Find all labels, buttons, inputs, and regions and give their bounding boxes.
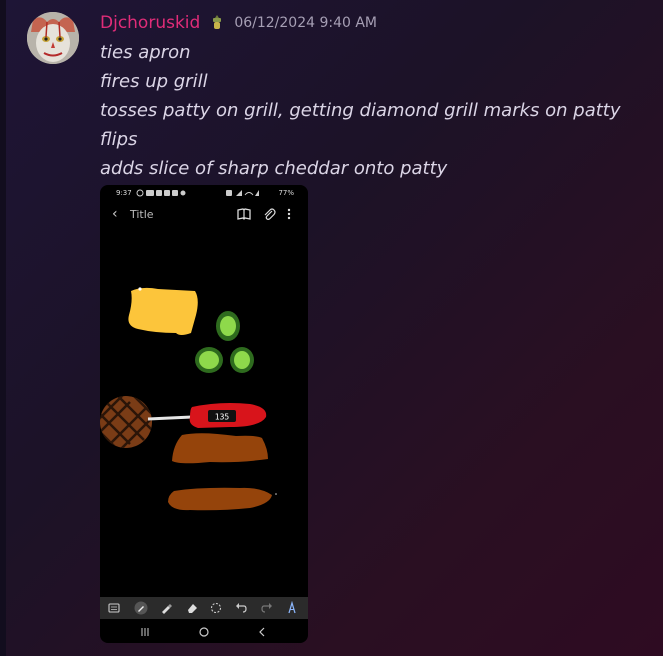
drawing-toolbar (100, 597, 308, 619)
notes-app-bar: ‹ Title (100, 203, 308, 227)
status-time: 9:37 (116, 189, 132, 197)
keyboard-icon[interactable] (107, 601, 121, 615)
eraser-icon[interactable] (185, 601, 199, 615)
message-header: Djchoruskid 06/12/2024 9:40 AM (100, 11, 377, 35)
pen-icon[interactable] (134, 601, 148, 615)
redo-icon[interactable] (260, 601, 274, 615)
pickle-slice-drawing (234, 351, 250, 369)
battery-percent: 77% (278, 189, 294, 197)
lasso-icon[interactable] (209, 601, 223, 615)
phone-status-bar: 9:37 77% (100, 185, 308, 201)
avatar[interactable] (27, 12, 79, 64)
document-title[interactable]: Title (130, 208, 154, 221)
chevron-left-icon[interactable]: ‹ (112, 206, 118, 222)
highlighter-icon[interactable] (159, 601, 173, 615)
patty-bottom-drawing (168, 487, 272, 511)
drawing-canvas: 135 (100, 287, 277, 511)
android-nav-bar (100, 621, 308, 643)
pickle-slice-drawing (220, 316, 236, 336)
channel-edge (0, 0, 6, 656)
clown-avatar-image (27, 12, 79, 64)
message-line: flips (100, 129, 138, 150)
pickle-slice-drawing (199, 351, 219, 369)
message-line: ties apron (100, 42, 191, 63)
thermometer-reading: 135 (215, 413, 230, 422)
recent-apps-icon[interactable] (138, 625, 152, 639)
message-line: adds slice of sharp cheddar onto patty (100, 158, 448, 179)
cheese-slice-drawing (128, 287, 198, 335)
message-timestamp: 06/12/2024 9:40 AM (234, 15, 378, 31)
cheese-sparkle (138, 287, 142, 291)
assistant-icon[interactable] (285, 601, 299, 615)
back-nav-icon[interactable] (255, 625, 269, 639)
message-line: fires up grill (100, 71, 208, 92)
book-icon[interactable] (237, 207, 251, 221)
thermometer-probe (147, 415, 193, 421)
username[interactable]: Djchoruskid (100, 13, 200, 33)
notification-icons (136, 189, 186, 197)
undo-icon[interactable] (234, 601, 248, 615)
home-icon[interactable] (197, 625, 211, 639)
patty-top-drawing (172, 433, 268, 464)
more-vertical-icon[interactable] (284, 207, 294, 221)
role-badge-icon[interactable] (210, 14, 224, 32)
image-attachment[interactable]: 9:37 77% ‹ Title 135 (100, 185, 308, 643)
system-icons (226, 190, 259, 196)
message-content: ties apron fires up grill tosses patty o… (100, 38, 621, 183)
message-line: tosses patty on grill, getting diamond g… (100, 100, 621, 121)
paperclip-icon[interactable] (262, 207, 276, 221)
